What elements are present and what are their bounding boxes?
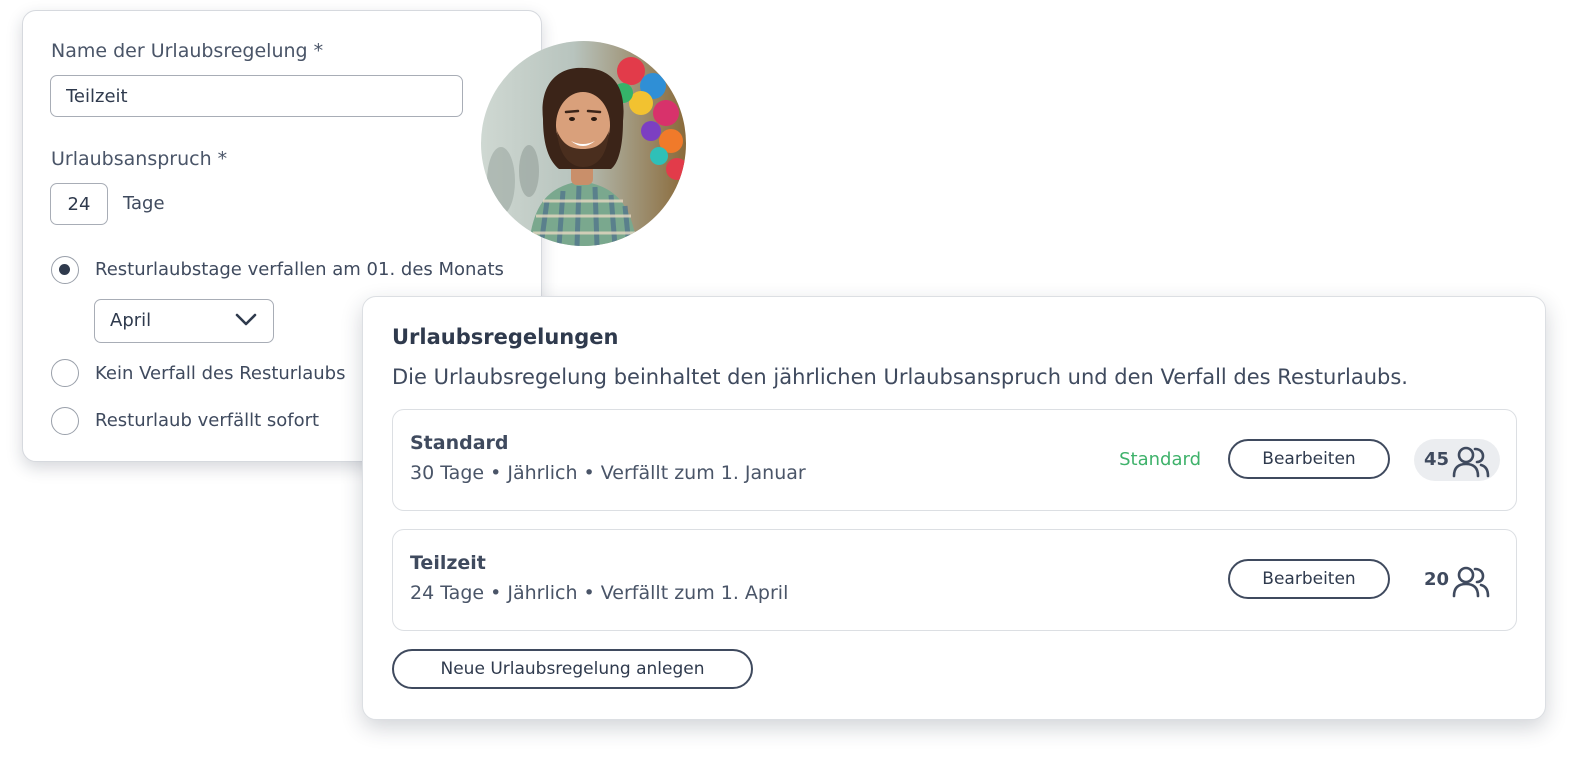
entitlement-days-input[interactable] [50, 183, 108, 225]
canvas: Name der Urlaubsregelung * Urlaubsanspru… [0, 0, 1587, 762]
radio-expire-on-month-label: Resturlaubstage verfallen am 01. des Mon… [95, 259, 504, 280]
entitlement-unit: Tage [123, 193, 165, 214]
radio-expire-on-month[interactable] [51, 256, 79, 284]
new-policy-button[interactable]: Neue Urlaubsregelung anlegen [392, 649, 753, 689]
policy-details: 30 Tage • Jährlich • Verfällt zum 1. Jan… [410, 462, 806, 484]
policies-description: Die Urlaubsregelung beinhaltet den jährl… [392, 365, 1408, 389]
radio-expire-immediately[interactable] [51, 407, 79, 435]
member-count-pill[interactable]: 20 [1414, 559, 1500, 601]
policy-name-label: Name der Urlaubsregelung * [51, 40, 324, 62]
month-select-value: April [110, 310, 152, 331]
policies-title: Urlaubsregelungen [392, 325, 619, 349]
policy-row-standard: Standard 30 Tage • Jährlich • Verfällt z… [392, 409, 1517, 511]
policy-details: 24 Tage • Jährlich • Verfällt zum 1. Apr… [410, 582, 789, 604]
policy-name: Teilzeit [410, 552, 486, 574]
month-select[interactable]: April [94, 299, 274, 343]
user-avatar-photo [481, 41, 686, 246]
policies-card: Urlaubsregelungen Die Urlaubsregelung be… [362, 296, 1546, 720]
users-icon [1452, 446, 1490, 478]
edit-button[interactable]: Bearbeiten [1228, 439, 1390, 479]
member-count: 20 [1424, 569, 1450, 590]
radio-no-expiry[interactable] [51, 359, 79, 387]
chevron-down-icon [235, 313, 257, 326]
entitlement-label: Urlaubsanspruch * [51, 148, 228, 170]
edit-button[interactable]: Bearbeiten [1228, 559, 1390, 599]
radio-expire-immediately-label: Resturlaub verfällt sofort [95, 410, 320, 431]
member-count-pill[interactable]: 45 [1414, 439, 1500, 481]
default-badge: Standard [1119, 449, 1201, 470]
policy-name: Standard [410, 432, 509, 454]
member-count: 45 [1424, 449, 1450, 470]
person-photo-icon [481, 41, 686, 246]
users-icon [1452, 566, 1490, 598]
policy-name-input[interactable] [50, 75, 463, 117]
radio-no-expiry-label: Kein Verfall des Resturlaubs [95, 363, 346, 384]
policy-row-teilzeit: Teilzeit 24 Tage • Jährlich • Verfällt z… [392, 529, 1517, 631]
